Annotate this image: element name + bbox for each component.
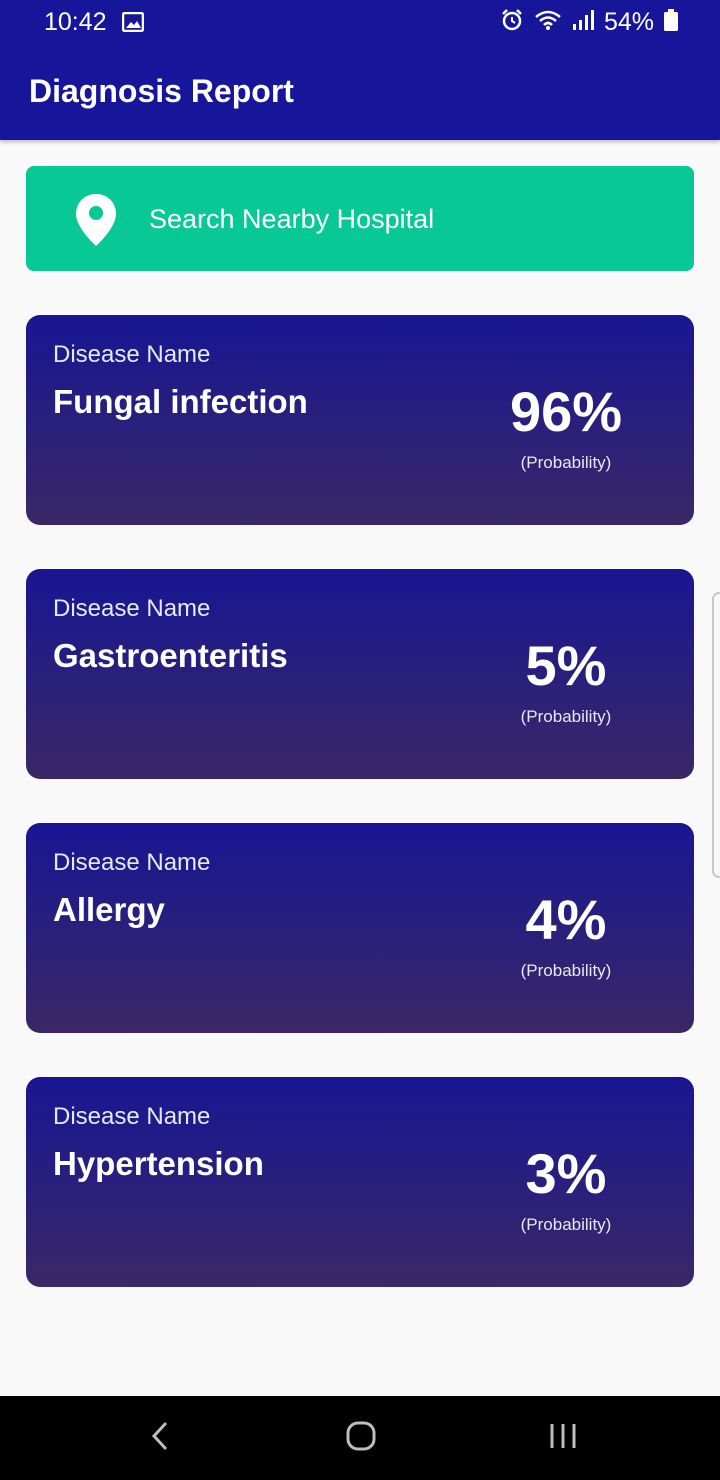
probability-caption: (Probability) (520, 1215, 612, 1234)
gallery-icon (121, 11, 145, 37)
navigation-bar (0, 1396, 720, 1480)
edge-panel-handle[interactable] (712, 592, 720, 878)
back-button[interactable] (130, 1418, 190, 1458)
wifi-icon (534, 9, 562, 36)
disease-name: Gastroenteritis (53, 637, 288, 674)
alarm-icon (500, 8, 524, 37)
disease-name-label: Disease Name (53, 1103, 211, 1130)
diagnosis-card-hypertension: Disease Name Hypertension 3% (Probabilit… (26, 1077, 694, 1287)
recents-button[interactable] (533, 1418, 593, 1458)
diagnosis-card-fungal-infection: Disease Name Fungal infection 96% (Proba… (26, 315, 694, 525)
disease-name-label: Disease Name (53, 849, 211, 876)
home-icon (345, 1420, 377, 1457)
search-nearby-hospital-label: Search Nearby Hospital (149, 204, 435, 234)
location-pin-icon (74, 192, 118, 251)
probability-value: 3% (525, 1142, 607, 1205)
probability-value: 96% (509, 380, 623, 443)
probability-value: 5% (525, 634, 607, 697)
home-button[interactable] (331, 1418, 391, 1458)
status-bar: 10:42 54% (0, 0, 720, 48)
app-bar: Diagnosis Report (0, 48, 720, 140)
disease-name: Allergy (53, 891, 165, 928)
status-time: 10:42 (44, 8, 107, 36)
battery-icon (664, 9, 678, 36)
back-icon (150, 1420, 170, 1457)
status-icons: 54% (500, 8, 678, 37)
diagnosis-card-gastroenteritis: Disease Name Gastroenteritis 5% (Probabi… (26, 569, 694, 779)
probability-caption: (Probability) (520, 707, 612, 726)
disease-name: Hypertension (53, 1145, 264, 1182)
signal-icon (572, 9, 594, 36)
probability-value: 4% (525, 888, 607, 951)
disease-name-label: Disease Name (53, 595, 211, 622)
search-nearby-hospital-button[interactable]: Search Nearby Hospital (26, 166, 694, 271)
probability-caption: (Probability) (520, 961, 612, 980)
disease-name: Fungal infection (53, 383, 308, 420)
page-title: Diagnosis Report (29, 73, 294, 109)
diagnosis-card-allergy: Disease Name Allergy 4% (Probability) (26, 823, 694, 1033)
probability-caption: (Probability) (520, 453, 612, 472)
disease-name-label: Disease Name (53, 341, 211, 368)
battery-percent: 54% (603, 8, 654, 36)
recents-icon (549, 1422, 577, 1455)
